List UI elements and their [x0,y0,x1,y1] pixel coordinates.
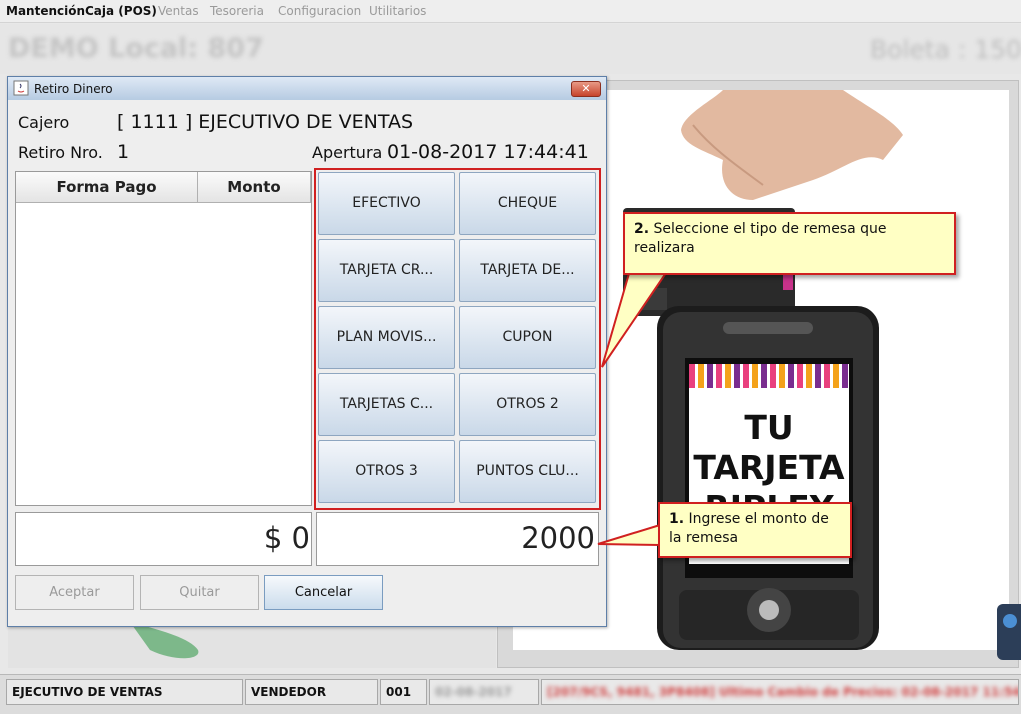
status-message: [207/9CS, 9481, 3P8408] Ultimo Cambio de… [541,679,1019,705]
callout-step-2: 2. Seleccione el tipo de remesa que real… [623,212,956,275]
column-forma-pago[interactable]: Forma Pago [16,172,198,203]
apertura-label: Apertura [312,143,383,162]
cajero-value: [ 1111 ] EJECUTIVO DE VENTAS [117,111,414,133]
payment-tarjetas-c-button[interactable]: TARJETAS C... [318,373,455,436]
payment-cupon-button[interactable]: CUPON [459,306,596,369]
payment-otros-3-button[interactable]: OTROS 3 [318,440,455,503]
callout-step-2-text: Seleccione el tipo de remesa que realiza… [634,221,887,256]
phone-screen-text: TU TARJETA RIPLEY [689,408,849,508]
java-icon [13,80,29,96]
menu-caja-pos[interactable]: Caja (POS) [85,4,157,18]
menu-utilitarios[interactable]: Utilitarios [369,4,426,18]
left-background [8,626,496,668]
menu-ventas[interactable]: Ventas [158,4,199,18]
teamviewer-icon [1003,614,1017,628]
local-title: DEMO Local: 807 [8,33,264,64]
status-date-text: 02-08-2017 [435,685,512,699]
side-panel-icon[interactable] [997,604,1021,660]
aceptar-button[interactable]: Aceptar [15,575,134,610]
boleta-number: Boleta : 150 [870,35,1021,64]
callout-step-2-number: 2. [634,221,650,237]
payment-plan-movistar-button[interactable]: PLAN MOVIS... [318,306,455,369]
close-button[interactable]: ✕ [571,81,601,97]
menu-mantencion[interactable]: Mantención [6,4,85,18]
status-role: VENDEDOR [245,679,378,705]
screen-line-2: TARJETA [693,448,845,487]
quitar-button[interactable]: Quitar [140,575,259,610]
payment-cheque-button[interactable]: CHEQUE [459,172,596,235]
payments-table[interactable] [15,171,312,506]
payment-efectivo-button[interactable]: EFECTIVO [318,172,455,235]
screen-line-1: TU [744,408,794,447]
status-date: 02-08-2017 [429,679,539,705]
payment-otros-2-button[interactable]: OTROS 2 [459,373,596,436]
apertura-value: 01-08-2017 17:44:41 [387,141,589,163]
payment-tarjeta-debito-button[interactable]: TARJETA DE... [459,239,596,302]
payment-puntos-club-button[interactable]: PUNTOS CLU... [459,440,596,503]
total-value: $ 0 [263,521,310,555]
callout-step-1: 1. Ingrese el monto de la remesa [658,502,852,558]
status-user: EJECUTIVO DE VENTAS [6,679,243,705]
callout-step-1-text: Ingrese el monto de la remesa [669,511,829,546]
cajero-label: Cajero [18,113,70,132]
payment-tarjeta-credito-button[interactable]: TARJETA CR... [318,239,455,302]
callout-step-1-number: 1. [669,511,685,527]
retiro-label: Retiro Nro. [18,143,103,162]
cancelar-button[interactable]: Cancelar [264,575,383,610]
dialog-title: Retiro Dinero [34,82,113,96]
retiro-value: 1 [117,141,130,163]
amount-value: 2000 [521,521,595,555]
column-monto[interactable]: Monto [198,172,311,203]
status-code: 001 [380,679,427,705]
status-message-text: [207/9CS, 9481, 3P8408] Ultimo Cambio de… [547,685,1019,699]
menu-tesoreria[interactable]: Tesoreria [210,4,264,18]
menu-configuracion[interactable]: Configuracion [278,4,361,18]
